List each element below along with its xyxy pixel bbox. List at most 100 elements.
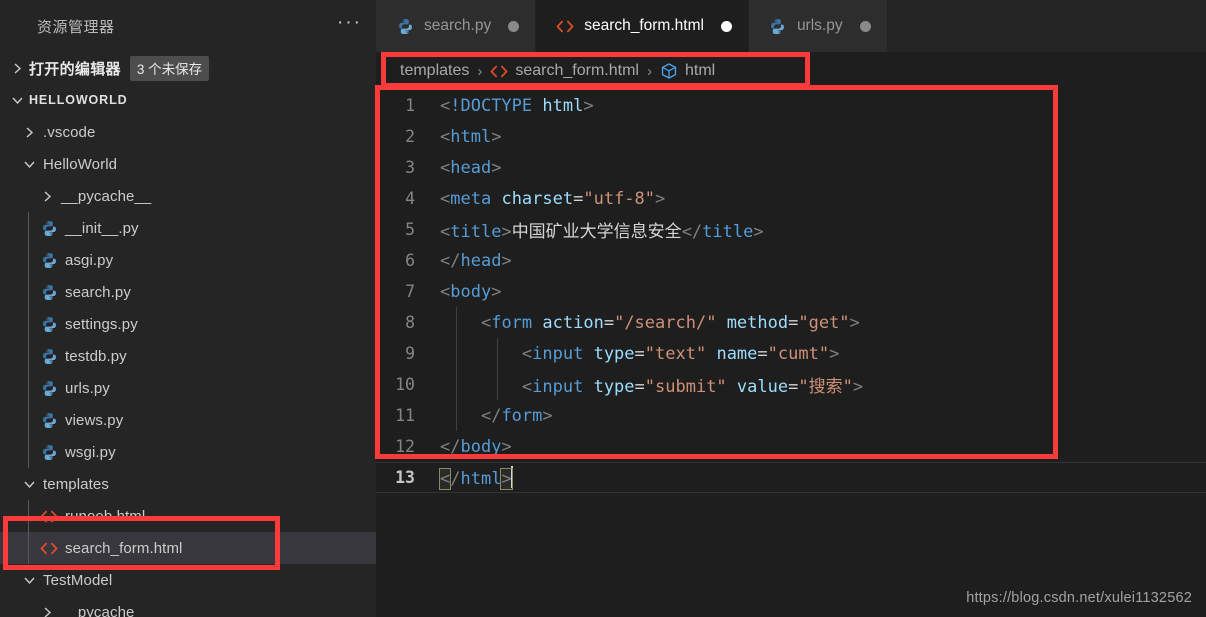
tree-item-label: views.py [65,411,124,429]
editor-tab-urls-py[interactable]: urls.py [747,0,887,52]
python-icon-svg [771,18,785,34]
symbol-html-icon [660,62,678,80]
chevron-right-icon[interactable] [38,190,56,203]
indent-guide [28,276,29,308]
tree-item-label: __init__.py [65,219,139,237]
tree-item-templates[interactable]: templates [0,468,376,500]
code-line[interactable]: 4 <meta charset="utf-8"> [376,183,1206,214]
tree-item-testdb-py[interactable]: testdb.py [0,340,376,372]
indent-guide [28,404,29,436]
python-icon-svg [398,18,412,34]
html-icon [490,64,508,79]
editor-tab-bar: search.py search_form.html urls.py [376,0,1206,52]
tab-label: search_form.html [584,17,704,34]
code-editor[interactable]: 1 <!DOCTYPE html> 2 <html> 3 <head> 4 <meta cha… [376,90,1206,617]
chevron-right-icon[interactable] [38,606,56,617]
tree-item-urls-py[interactable]: urls.py [0,372,376,404]
chevron-right-icon[interactable] [20,126,38,139]
indent-guide [28,308,29,340]
open-editors-label: 打开的编辑器 [29,60,121,78]
indent-guide [456,369,457,400]
tree-item-pycache[interactable]: __pycache__ [0,596,376,617]
editor-group: search.py search_form.html urls.py templat… [376,0,1206,617]
editor-tab-search-py[interactable]: search.py [376,0,536,52]
code-line[interactable]: 11 </form> [376,400,1206,431]
tree-item-helloworld[interactable]: HelloWorld [0,148,376,180]
code-line[interactable]: 8 <form action="/search/" method="get"> [376,307,1206,338]
tree-item-search-py[interactable]: search.py [0,276,376,308]
python-icon-svg [42,444,56,460]
tree-item-label: wsgi.py [65,443,116,461]
open-editors-section[interactable]: 打开的编辑器 3 个未保存 [0,52,376,84]
breadcrumb-item-templates[interactable]: templates [400,62,469,80]
explorer-title-row: 资源管理器 ··· [0,0,376,52]
tree-item-pycache[interactable]: __pycache__ [0,180,376,212]
indent-guide [456,400,457,431]
tree-item-label: templates [43,475,109,493]
indent-guide [497,369,498,400]
tree-item-label: asgi.py [65,251,114,269]
tree-item-search-form-html[interactable]: search_form.html [0,532,376,564]
line-number: 9 [405,344,415,363]
line-number: 10 [395,375,415,394]
tree-item-vscode[interactable]: .vscode [0,116,376,148]
tree-item-views-py[interactable]: views.py [0,404,376,436]
line-number: 6 [405,251,415,270]
code-line[interactable]: 13 </html> [376,462,1206,493]
python-file-icon [38,444,60,461]
chevron-down-icon[interactable] [20,159,38,170]
code-text: <input type="submit" value="搜索"> [521,377,864,397]
indent-guide [28,244,29,276]
code-text: <html> [440,126,502,147]
indent-guide [28,500,29,532]
code-line[interactable]: 5 <title>中国矿业大学信息安全</title> [376,214,1206,245]
tree-item-init-py[interactable]: __init__.py [0,212,376,244]
code-line[interactable]: 3 <head> [376,152,1206,183]
breadcrumb-separator-icon: › [646,62,652,80]
chevron-right-icon [8,62,26,75]
explorer-sidebar: 资源管理器 ··· 打开的编辑器 3 个未保存 HELLOWORLD .vsco… [0,0,376,617]
indent-guide [28,436,29,468]
html-icon-svg [490,65,508,77]
python-icon-svg [42,316,56,332]
breadcrumb-item-html[interactable]: html [660,62,715,80]
code-text: <meta charset="utf-8"> [440,188,666,209]
code-line[interactable]: 1 <!DOCTYPE html> [376,90,1206,121]
more-actions-icon[interactable]: ··· [337,13,362,33]
tree-item-label: .vscode [43,123,96,141]
tree-item-label: search_form.html [65,539,183,557]
tree-item-label: TestModel [43,571,113,589]
code-line[interactable]: 2 <html> [376,121,1206,152]
indent-guide [497,338,498,369]
indent-guide [456,338,457,369]
line-number: 2 [405,127,415,146]
tab-label: urls.py [796,17,843,34]
code-line[interactable]: 9 <input type="text" name="cumt"> [376,338,1206,369]
code-line[interactable]: 12 </body> [376,431,1206,462]
tree-item-label: HelloWorld [43,155,118,173]
breadcrumb: templates › search_form.html › html [376,52,1206,90]
python-file-icon [38,252,60,269]
python-icon-svg [42,348,56,364]
line-number: 11 [395,406,415,425]
breadcrumb-item-search-form-html[interactable]: search_form.html [490,62,639,80]
tab-dirty-indicator[interactable] [508,20,520,32]
tab-dirty-indicator[interactable] [859,20,871,32]
tab-dirty-indicator[interactable] [720,20,732,32]
workspace-root-row[interactable]: HELLOWORLD [0,84,376,116]
python-icon-svg [42,252,56,268]
code-line[interactable]: 6 </head> [376,245,1206,276]
html-icon-svg [40,542,58,554]
chevron-down-icon[interactable] [20,575,38,586]
vscode-window: 资源管理器 ··· 打开的编辑器 3 个未保存 HELLOWORLD .vsco… [0,0,1206,617]
code-line[interactable]: 7 <body> [376,276,1206,307]
code-line[interactable]: 10 <input type="submit" value="搜索"> [376,369,1206,400]
editor-tab-search-form-html[interactable]: search_form.html [535,0,748,52]
chevron-down-icon[interactable] [20,479,38,490]
tree-item-settings-py[interactable]: settings.py [0,308,376,340]
tree-item-runoob-html[interactable]: runoob.html [0,500,376,532]
tree-item-wsgi-py[interactable]: wsgi.py [0,436,376,468]
line-number: 1 [405,96,415,115]
tree-item-asgi-py[interactable]: asgi.py [0,244,376,276]
tree-item-testmodel[interactable]: TestModel [0,564,376,596]
